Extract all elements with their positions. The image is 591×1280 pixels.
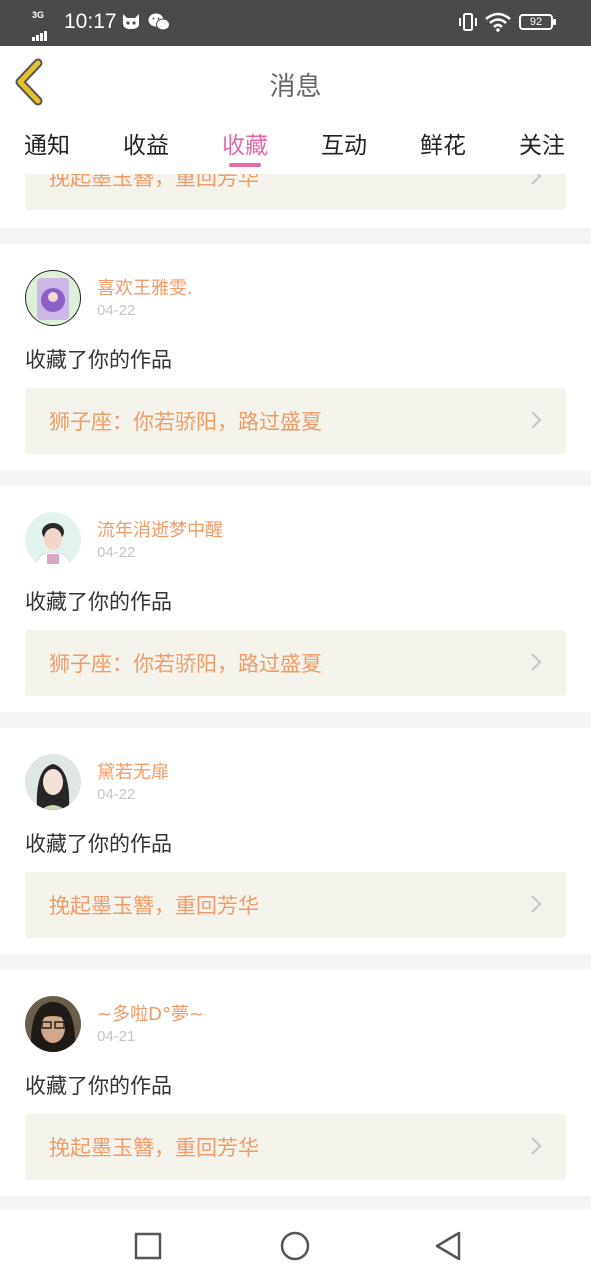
action-text: 收藏了你的作品 <box>25 832 172 856</box>
app-header: 消息 <box>0 46 591 119</box>
page-title: 消息 <box>269 72 322 102</box>
chevron-right-icon <box>531 895 542 913</box>
work-link[interactable]: 挽起墨玉簪，重回芳华 <box>25 174 566 210</box>
work-title: 挽起墨玉簪，重回芳华 <box>49 1136 259 1160</box>
action-text: 收藏了你的作品 <box>25 1074 172 1098</box>
wifi-icon <box>485 12 511 37</box>
chevron-right-icon <box>531 653 542 671</box>
work-title: 狮子座：你若骄阳，路过盛夏 <box>49 652 322 676</box>
message-card: 流年消逝梦中醒 04-22 收藏了你的作品 狮子座：你若骄阳，路过盛夏 <box>0 486 591 712</box>
back-nav-button[interactable] <box>432 1230 464 1262</box>
active-tab-indicator <box>229 163 261 167</box>
triangle-back-icon <box>435 1231 461 1261</box>
system-nav-bar <box>0 1210 591 1280</box>
avatar[interactable] <box>25 754 81 810</box>
work-link[interactable]: 狮子座：你若骄阳，路过盛夏 <box>25 388 566 454</box>
tab-bar: 通知 收益 收藏 互动 鲜花 关注 <box>0 118 591 174</box>
tab-earnings[interactable]: 收益 <box>123 126 169 160</box>
tab-flowers[interactable]: 鲜花 <box>420 126 466 160</box>
square-recents-icon <box>134 1232 162 1260</box>
cat-icon <box>121 12 141 35</box>
status-time: 10:17 <box>64 10 117 33</box>
username[interactable]: 喜欢王雅雯. <box>97 274 193 300</box>
work-title: 挽起墨玉簪，重回芳华 <box>49 174 259 190</box>
work-link[interactable]: 挽起墨玉簪，重回芳华 <box>25 872 566 938</box>
chevron-right-icon <box>531 1137 542 1155</box>
avatar[interactable] <box>25 270 81 326</box>
avatar[interactable] <box>25 512 81 568</box>
message-card: ~多啦D°夢~ 04-21 收藏了你的作品 挽起墨玉簪，重回芳华 <box>0 970 591 1196</box>
home-button[interactable] <box>279 1230 311 1262</box>
vibrate-icon <box>458 12 478 37</box>
message-date: 04-22 <box>97 786 136 803</box>
avatar[interactable] <box>25 996 81 1052</box>
action-text: 收藏了你的作品 <box>25 348 172 372</box>
chevron-right-icon <box>531 411 542 429</box>
tab-interactions[interactable]: 互动 <box>321 126 367 160</box>
work-title: 狮子座：你若骄阳，路过盛夏 <box>49 410 322 434</box>
message-card: 喜欢王雅雯. 04-22 收藏了你的作品 狮子座：你若骄阳，路过盛夏 <box>0 244 591 470</box>
message-date: 04-22 <box>97 302 136 319</box>
circle-home-icon <box>280 1231 310 1261</box>
message-card: 挽起墨玉簪，重回芳华 <box>0 174 591 228</box>
work-link[interactable]: 挽起墨玉簪，重回芳华 <box>25 1114 566 1180</box>
message-card: 黛若无扉 04-22 收藏了你的作品 挽起墨玉簪，重回芳华 <box>0 728 591 954</box>
message-list[interactable]: 挽起墨玉簪，重回芳华 喜欢王雅雯. 04-22 收藏了你的作品 狮子座：你若骄阳… <box>0 174 591 1208</box>
battery-icon: 92 <box>519 14 556 30</box>
network-type: 3G <box>32 10 45 20</box>
tab-notifications[interactable]: 通知 <box>24 126 70 160</box>
work-link[interactable]: 狮子座：你若骄阳，路过盛夏 <box>25 630 566 696</box>
message-date: 04-22 <box>97 544 136 561</box>
wechat-icon <box>148 12 170 37</box>
username[interactable]: 流年消逝梦中醒 <box>97 516 223 542</box>
username[interactable]: ~多啦D°夢~ <box>97 1000 204 1026</box>
status-bar: 3G 10:17 92 <box>0 0 591 46</box>
recents-button[interactable] <box>132 1230 164 1262</box>
username[interactable]: 黛若无扉 <box>97 758 169 784</box>
tab-follows[interactable]: 关注 <box>519 126 565 160</box>
message-date: 04-21 <box>97 1028 136 1045</box>
work-title: 挽起墨玉簪，重回芳华 <box>49 894 259 918</box>
chevron-right-icon <box>531 174 542 185</box>
action-text: 收藏了你的作品 <box>25 590 172 614</box>
tab-favorites[interactable]: 收藏 <box>222 126 268 160</box>
signal-icon: 3G <box>30 10 52 41</box>
